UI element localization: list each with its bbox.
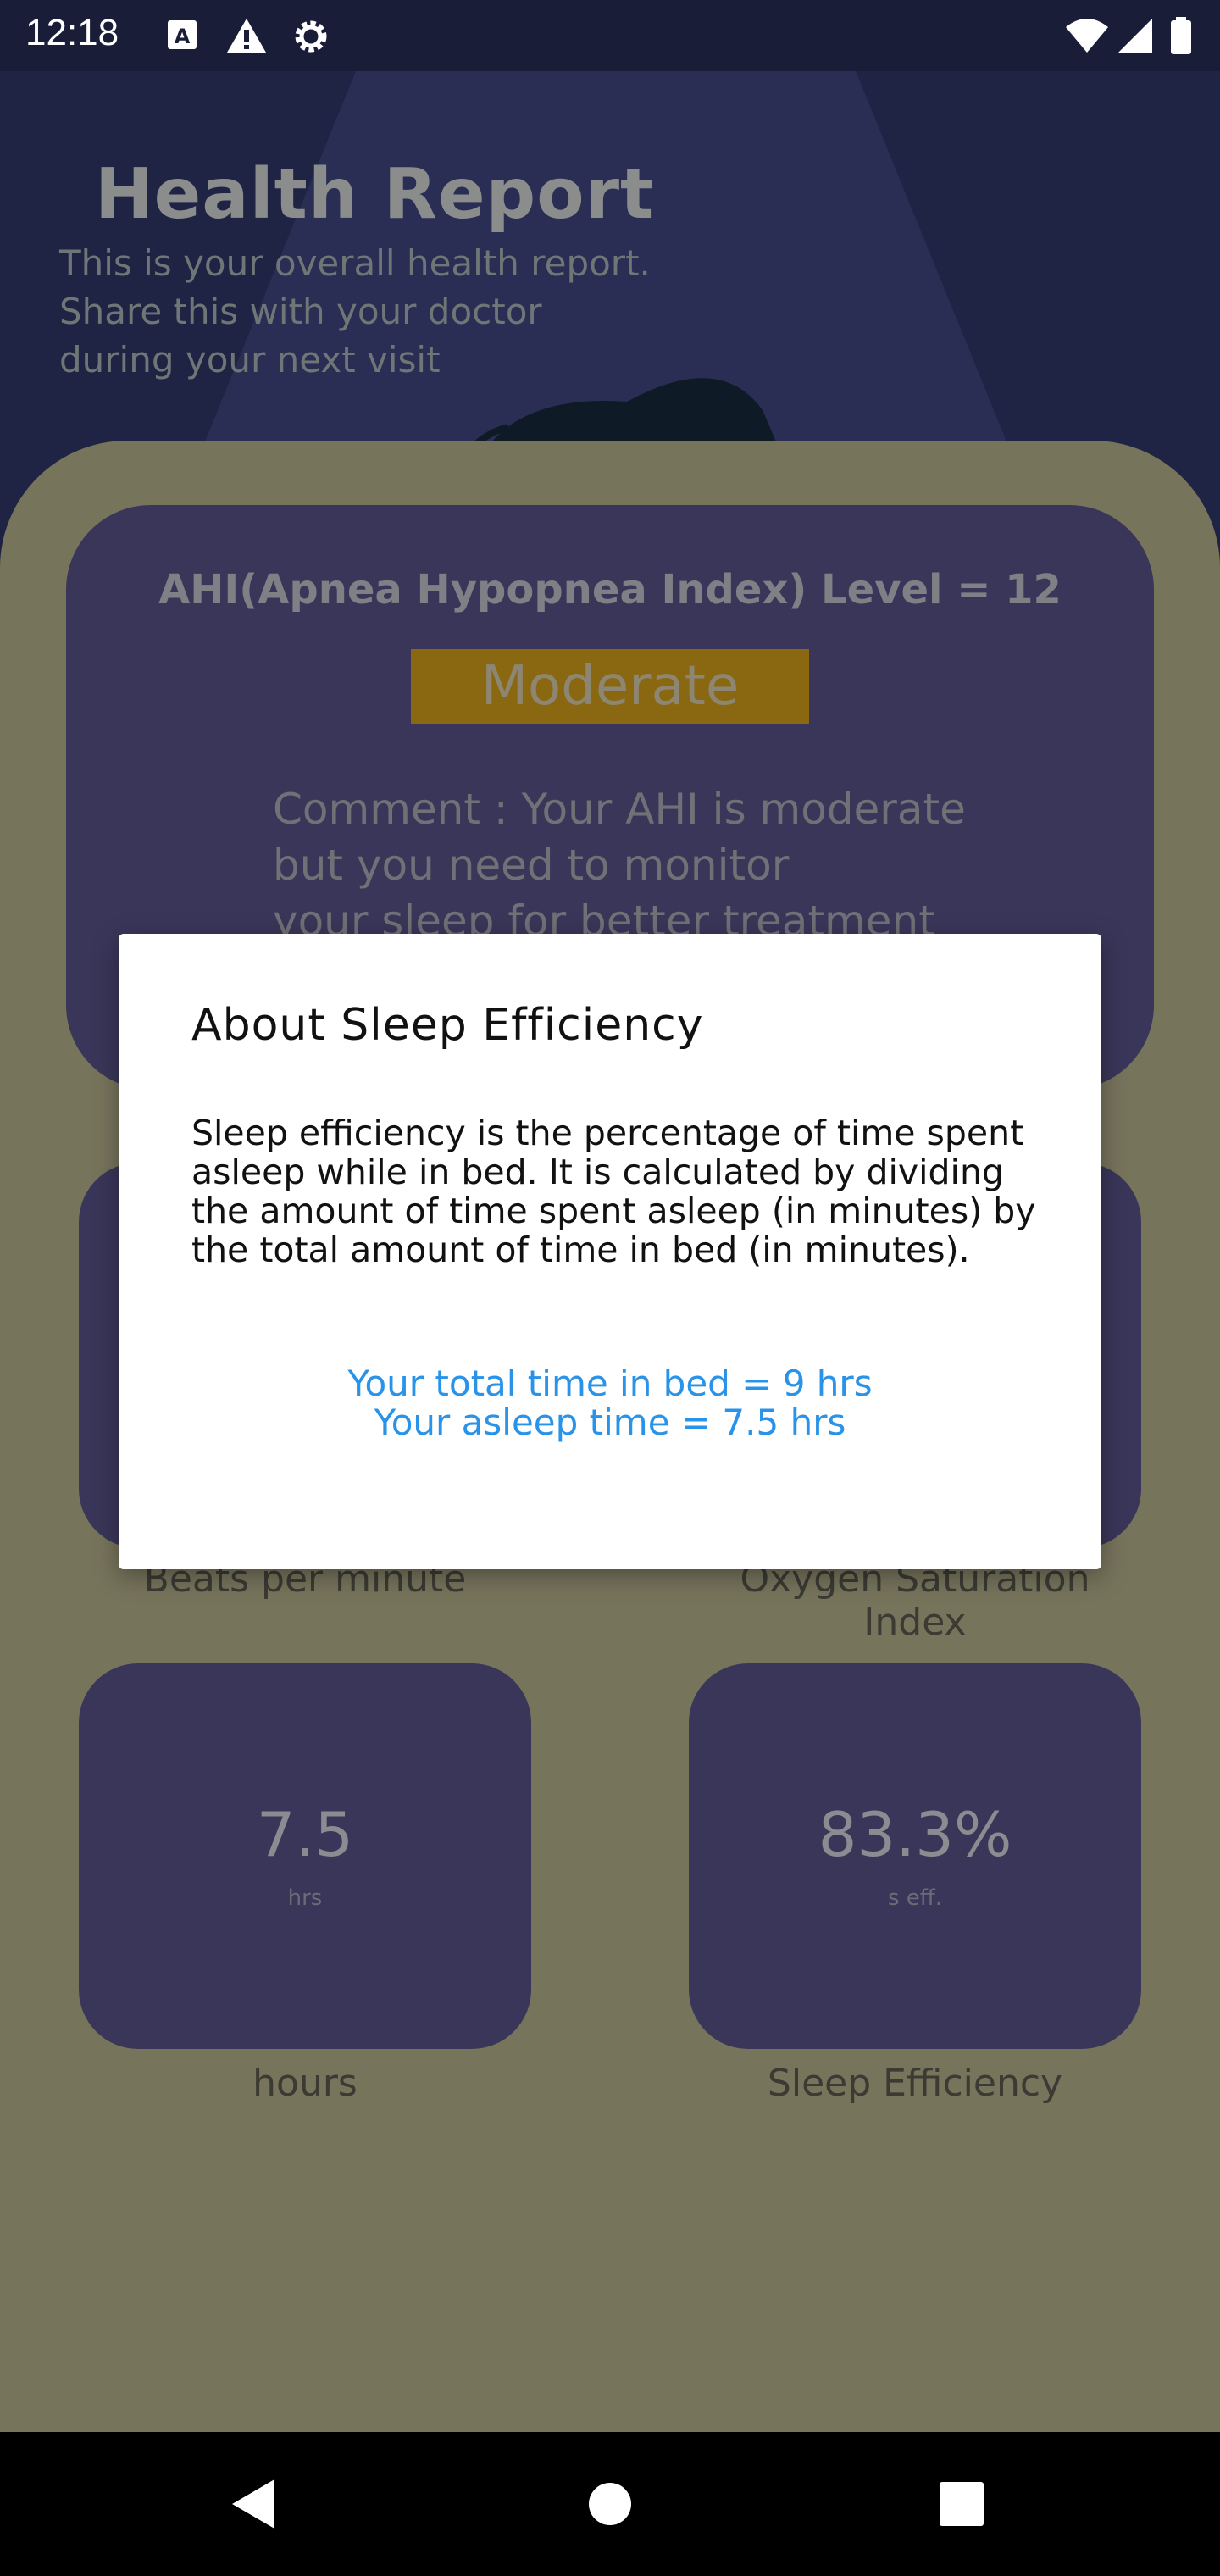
warning-icon [227, 19, 266, 53]
sleep-hours-unit: hrs [287, 1885, 323, 1911]
recents-icon[interactable] [894, 2432, 1029, 2576]
ahi-comment: Comment : Your AHI is moderate but you n… [273, 781, 1035, 949]
home-icon[interactable] [542, 2432, 678, 2576]
page-title: Health Report [95, 154, 655, 235]
sleep-efficiency-label: Sleep Efficiency [767, 2062, 1063, 2105]
sleep-hours-value: 7.5 [256, 1799, 354, 1870]
status-bar: 12:18 A [0, 0, 1220, 71]
wifi-icon [1066, 19, 1108, 53]
battery-icon [1171, 17, 1191, 54]
dialog-info: Your total time in bed = 9 hrs Your asle… [119, 1364, 1101, 1442]
subtitle-line: during your next visit [59, 339, 441, 380]
sleep-efficiency-value: 83.3% [818, 1799, 1012, 1870]
time-in-bed-text: Your total time in bed = 9 hrs [347, 1363, 873, 1404]
sleep-hours-card[interactable]: 7.5 hrs [79, 1663, 531, 2049]
sleep-efficiency-unit: s eff. [888, 1885, 942, 1911]
sleep-hours-label: hours [252, 2062, 358, 2105]
svg-text:A: A [175, 25, 191, 48]
status-time: 12:18 [25, 12, 119, 53]
asleep-time-text: Your asleep time = 7.5 hrs [374, 1402, 846, 1443]
back-icon[interactable] [186, 2432, 322, 2576]
sleep-efficiency-dialog[interactable]: About Sleep Efficiency Sleep efficiency … [119, 934, 1101, 1569]
oxygen-saturation-label: Oxygen Saturation Index [740, 1557, 1090, 1644]
ahi-severity-badge: Moderate [411, 649, 809, 724]
comment-line: but you need to monitor [273, 841, 790, 890]
subtitle-line: Share this with your doctor [59, 291, 542, 332]
comment-line: Comment : Your AHI is moderate [273, 785, 966, 834]
subtitle-line: This is your overall health report. [59, 242, 651, 284]
text-a-icon: A [168, 20, 197, 49]
page-subtitle: This is your overall health report. Shar… [59, 239, 703, 384]
signal-icon [1118, 19, 1152, 53]
navigation-bar [0, 2432, 1220, 2576]
dialog-body: Sleep efficiency is the percentage of ti… [191, 1113, 1036, 1270]
gear-icon [295, 20, 327, 53]
dialog-title: About Sleep Efficiency [191, 1000, 704, 1051]
sleep-efficiency-card[interactable]: 83.3% s eff. [689, 1663, 1141, 2049]
ahi-title: AHI(Apnea Hypopnea Index) Level = 12 [158, 566, 1062, 613]
